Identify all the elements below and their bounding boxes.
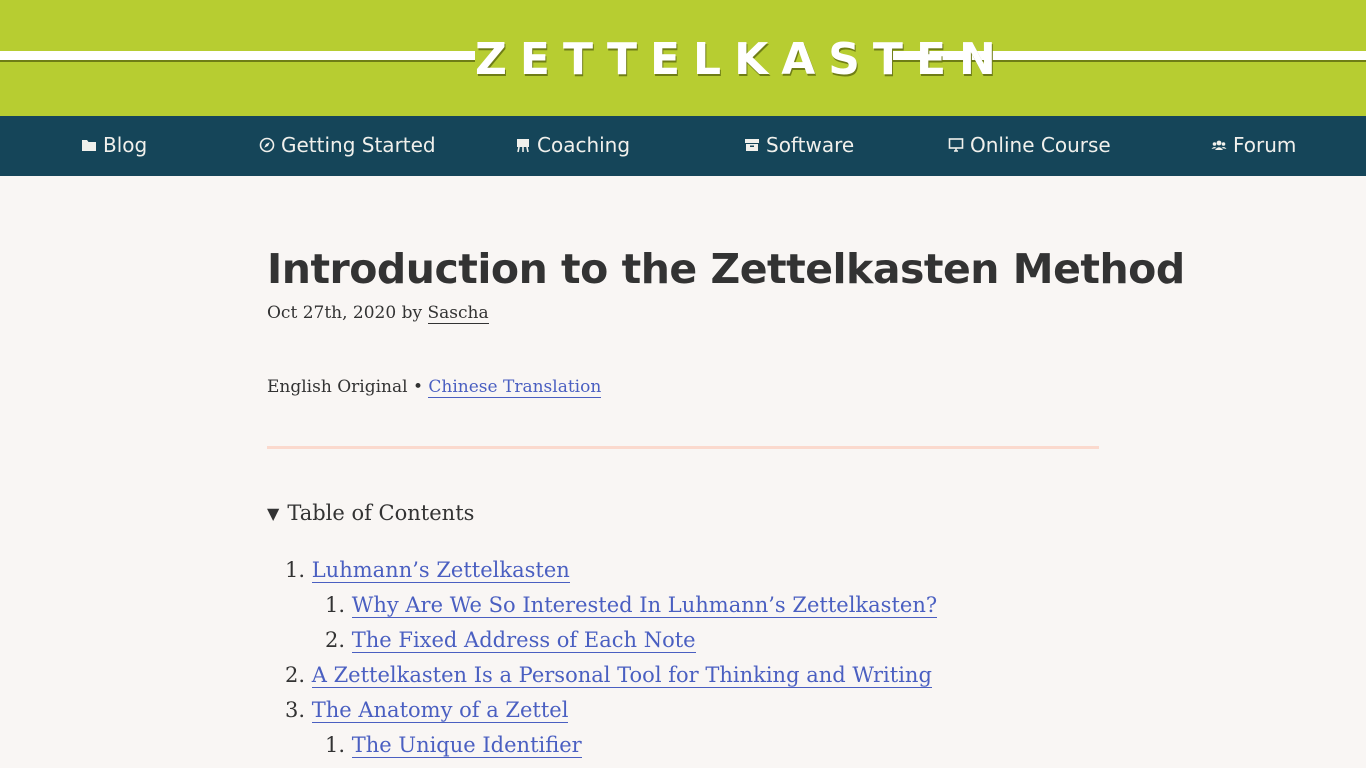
byline-by: by — [401, 303, 423, 323]
article-byline: Oct 27th, 2020 by Sascha — [267, 301, 489, 325]
nav-item-coaching[interactable]: Coaching — [515, 116, 630, 176]
nav-item-blog[interactable]: Blog — [81, 116, 147, 176]
nav-item-label: Forum — [1233, 133, 1297, 157]
toc-item-number: 2. — [325, 628, 346, 652]
language-separator: • — [412, 377, 423, 397]
nav-item-getting-started[interactable]: Getting Started — [259, 116, 436, 176]
toc-item-number: 1. — [285, 558, 306, 582]
toc-link-why-interested[interactable]: Why Are We So Interested In Luhmann’s Ze… — [351, 593, 938, 618]
archive-box-icon — [744, 137, 760, 153]
toc-toggle[interactable]: ▼ Table of Contents — [267, 498, 474, 529]
toc-link-fixed-address[interactable]: The Fixed Address of Each Note — [351, 628, 696, 653]
nav-item-label: Getting Started — [281, 133, 436, 157]
toc-item: 2. A Zettelkasten Is a Personal Tool for… — [285, 660, 932, 690]
toc-item-number: 1. — [325, 593, 346, 617]
easel-icon — [515, 137, 531, 153]
nav-item-label: Software — [766, 133, 855, 157]
main-navigation: Blog Getting Started Coaching Software O… — [0, 116, 1366, 176]
author-link[interactable]: Sascha — [427, 303, 489, 324]
nav-item-label: Coaching — [537, 133, 631, 157]
article-date: Oct 27th, 2020 — [267, 303, 397, 323]
toc-item-number: 2. — [285, 663, 306, 687]
toc-item-number: 1. — [325, 733, 346, 757]
toc-link-anatomy-of-zettel[interactable]: The Anatomy of a Zettel — [311, 698, 569, 723]
toc-summary-label: Table of Contents — [287, 501, 475, 525]
nav-item-software[interactable]: Software — [744, 116, 854, 176]
toc-item: 1. Luhmann’s Zettelkasten — [285, 555, 570, 585]
banner-stripe-left — [0, 51, 475, 60]
toc-item: 2. The Fixed Address of Each Note — [325, 625, 696, 655]
article-title: Introduction to the Zettelkasten Method — [267, 245, 1185, 293]
monitor-icon — [948, 137, 964, 153]
compass-icon — [259, 137, 275, 153]
site-logo-title[interactable]: ZETTELKASTEN — [475, 30, 996, 90]
triangle-down-icon: ▼ — [267, 504, 280, 523]
nav-item-label: Online Course — [970, 133, 1111, 157]
toc-link-personal-tool[interactable]: A Zettelkasten Is a Personal Tool for Th… — [311, 663, 932, 688]
toc-link-luhmanns-zettelkasten[interactable]: Luhmann’s Zettelkasten — [311, 558, 570, 583]
toc-item: 1. The Unique Identifier — [325, 730, 582, 760]
toc-link-unique-identifier[interactable]: The Unique Identifier — [351, 733, 582, 758]
users-icon — [1211, 137, 1227, 153]
toc-item: 3. The Anatomy of a Zettel — [285, 695, 569, 725]
chinese-translation-link[interactable]: Chinese Translation — [428, 377, 602, 398]
nav-item-online-course[interactable]: Online Course — [948, 116, 1111, 176]
site-header-banner: ZETTELKASTEN — [0, 0, 1366, 116]
folder-icon — [81, 137, 97, 153]
section-divider — [267, 446, 1099, 449]
language-original-label: English Original — [267, 377, 408, 397]
nav-item-label: Blog — [103, 133, 148, 157]
toc-item: 1. Why Are We So Interested In Luhmann’s… — [325, 590, 938, 620]
language-selector: English Original • Chinese Translation — [267, 375, 602, 399]
toc-item-number: 3. — [285, 698, 306, 722]
nav-item-forum[interactable]: Forum — [1211, 116, 1296, 176]
